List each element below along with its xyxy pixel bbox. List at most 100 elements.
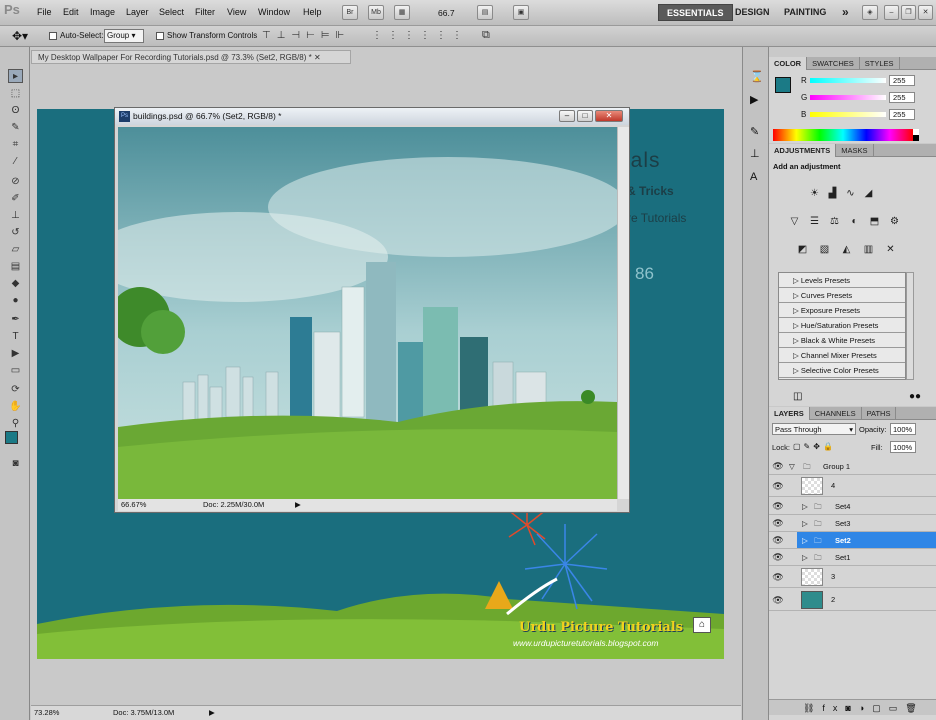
- exposure-icon[interactable]: ◢: [861, 186, 876, 201]
- document-tab[interactable]: My Desktop Wallpaper For Recording Tutor…: [31, 50, 351, 64]
- tab-masks[interactable]: MASKS: [836, 144, 874, 157]
- more-workspaces-button[interactable]: »: [834, 4, 857, 21]
- window-title-bar[interactable]: Ps buildings.psd @ 66.7% (Set2, RGB/8) *: [115, 108, 629, 125]
- marquee-tool-icon[interactable]: ⬚: [8, 87, 23, 101]
- quick-mask-icon[interactable]: ◙: [8, 457, 23, 471]
- window-zoom[interactable]: 66.67%: [121, 499, 146, 511]
- expand-arrow-icon[interactable]: ▷: [802, 515, 808, 532]
- blue-value[interactable]: 255: [889, 109, 915, 120]
- gradient-map-icon[interactable]: ▥: [861, 242, 876, 257]
- red-value[interactable]: 255: [889, 75, 915, 86]
- layer-row[interactable]: 👁 ▷ 🗀 Set4: [769, 498, 936, 515]
- curves-presets[interactable]: ▷ Curves Presets: [779, 288, 905, 303]
- window-close-button[interactable]: ✕: [595, 110, 623, 122]
- menu-filter[interactable]: Filter: [195, 7, 215, 17]
- buildings-document-window[interactable]: Ps buildings.psd @ 66.7% (Set2, RGB/8) *…: [114, 107, 630, 513]
- status-zoom[interactable]: 73.28%: [34, 706, 59, 720]
- menu-file[interactable]: File: [37, 7, 52, 17]
- layer-row[interactable]: 👁 3: [769, 566, 936, 588]
- close-app-button[interactable]: ✕: [918, 5, 933, 20]
- path-select-tool-icon[interactable]: ▶: [8, 347, 23, 361]
- distribute-buttons[interactable]: ⋮⋮⋮⋮⋮⋮: [372, 30, 468, 41]
- clip-to-layer-icon[interactable]: ◫: [793, 391, 802, 402]
- threshold-icon[interactable]: ◭: [839, 242, 854, 257]
- brightness-contrast-icon[interactable]: ☀: [807, 186, 822, 201]
- window-vertical-scrollbar[interactable]: [617, 127, 629, 499]
- menu-help[interactable]: Help: [303, 7, 322, 17]
- menu-layer[interactable]: Layer: [126, 7, 149, 17]
- lasso-tool-icon[interactable]: ʘ: [8, 104, 23, 118]
- buildings-image[interactable]: [118, 127, 617, 499]
- workspace-painting[interactable]: PAINTING: [776, 4, 834, 21]
- cs-live-icon[interactable]: ◈: [862, 5, 878, 20]
- menu-edit[interactable]: Edit: [63, 7, 79, 17]
- tab-adjustments[interactable]: ADJUSTMENTS: [769, 144, 837, 157]
- visibility-eye-icon[interactable]: 👁: [772, 532, 784, 548]
- tab-styles[interactable]: STYLES: [860, 57, 900, 70]
- 3d-rotate-tool-icon[interactable]: ⟳: [8, 383, 23, 397]
- workspace-essentials[interactable]: ESSENTIALS: [658, 4, 733, 21]
- clone-source-icon[interactable]: ⊥: [750, 147, 760, 160]
- layer-row[interactable]: 👁 2: [769, 589, 936, 611]
- menu-image[interactable]: Image: [90, 7, 115, 17]
- tab-paths[interactable]: PATHS: [862, 407, 897, 420]
- levels-icon[interactable]: ▟: [825, 186, 840, 201]
- restore-app-button[interactable]: ❐: [901, 5, 916, 20]
- menu-view[interactable]: View: [227, 7, 246, 17]
- adjustment-options-icon[interactable]: ●●: [909, 391, 921, 402]
- move-tool-icon[interactable]: ✥▾: [12, 29, 28, 43]
- history-panel-icon[interactable]: ⌛: [750, 70, 764, 83]
- invert-icon[interactable]: ◩: [795, 242, 810, 257]
- selective-color-icon[interactable]: ✕: [883, 242, 898, 257]
- type-tool-icon[interactable]: T: [8, 330, 23, 344]
- layer-row[interactable]: 👁 ▽ 🗀 Group 1: [769, 458, 936, 475]
- hand-tool-icon[interactable]: ✋: [8, 400, 23, 414]
- window-maximize-button[interactable]: □: [577, 110, 593, 122]
- visibility-eye-icon[interactable]: 👁: [772, 566, 784, 582]
- channel-mixer-icon[interactable]: ⚙: [887, 214, 902, 229]
- gradient-tool-icon[interactable]: ▤: [8, 260, 23, 274]
- color-spectrum-ramp[interactable]: [773, 129, 913, 141]
- tab-color[interactable]: COLOR: [769, 57, 808, 70]
- menu-window[interactable]: Window: [258, 7, 290, 17]
- menu-select[interactable]: Select: [159, 7, 184, 17]
- dodge-tool-icon[interactable]: ●: [8, 294, 23, 308]
- transform-controls-checkbox[interactable]: [156, 32, 164, 40]
- tab-swatches[interactable]: SWATCHES: [807, 57, 860, 70]
- visibility-eye-icon[interactable]: 👁: [772, 498, 784, 514]
- tab-channels[interactable]: CHANNELS: [810, 407, 862, 420]
- color-foreground-swatch[interactable]: [775, 77, 791, 93]
- workspace-design[interactable]: DESIGN: [727, 4, 778, 21]
- levels-presets[interactable]: ▷ Levels Presets: [779, 273, 905, 288]
- screen-mode-icon[interactable]: ▣: [513, 5, 529, 20]
- visibility-eye-icon[interactable]: 👁: [772, 458, 784, 474]
- move-tool-icon[interactable]: ▸: [8, 69, 23, 83]
- close-tab-icon[interactable]: ✕: [314, 53, 321, 62]
- auto-align-icon[interactable]: ⧉: [482, 29, 490, 42]
- blur-tool-icon[interactable]: ◆: [8, 277, 23, 291]
- opacity-input[interactable]: 100%: [890, 423, 916, 435]
- visibility-eye-icon[interactable]: 👁: [772, 589, 784, 605]
- history-brush-tool-icon[interactable]: ↺: [8, 226, 23, 240]
- expand-arrow-icon[interactable]: ▷: [802, 498, 808, 515]
- healing-brush-tool-icon[interactable]: ⊘: [8, 175, 23, 189]
- blue-slider[interactable]: [810, 112, 886, 117]
- tab-layers[interactable]: LAYERS: [769, 407, 810, 420]
- expand-arrow-icon[interactable]: ▷: [802, 532, 808, 549]
- zoom-tool-icon[interactable]: ⚲: [8, 417, 23, 431]
- photo-filter-icon[interactable]: ⬒: [867, 214, 882, 229]
- exposure-presets[interactable]: ▷ Exposure Presets: [779, 303, 905, 318]
- clone-stamp-tool-icon[interactable]: ⊥: [8, 209, 23, 223]
- arrange-documents-icon[interactable]: ▤: [477, 5, 493, 20]
- eyedropper-tool-icon[interactable]: ⁄: [8, 155, 23, 169]
- color-balance-icon[interactable]: ⚖: [827, 214, 842, 229]
- visibility-eye-icon[interactable]: 👁: [772, 475, 784, 491]
- brush-panel-icon[interactable]: ✎: [750, 125, 759, 138]
- status-menu-arrow-icon[interactable]: ▶: [295, 499, 301, 511]
- expand-arrow-icon[interactable]: ▷: [802, 549, 808, 566]
- character-panel-icon[interactable]: A: [750, 171, 757, 183]
- selective-color-presets[interactable]: ▷ Selective Color Presets: [779, 363, 905, 378]
- posterize-icon[interactable]: ▧: [817, 242, 832, 257]
- layer-row[interactable]: 👁 ▷ 🗀 Set1: [769, 549, 936, 566]
- layer-row[interactable]: 👁 4: [769, 475, 936, 497]
